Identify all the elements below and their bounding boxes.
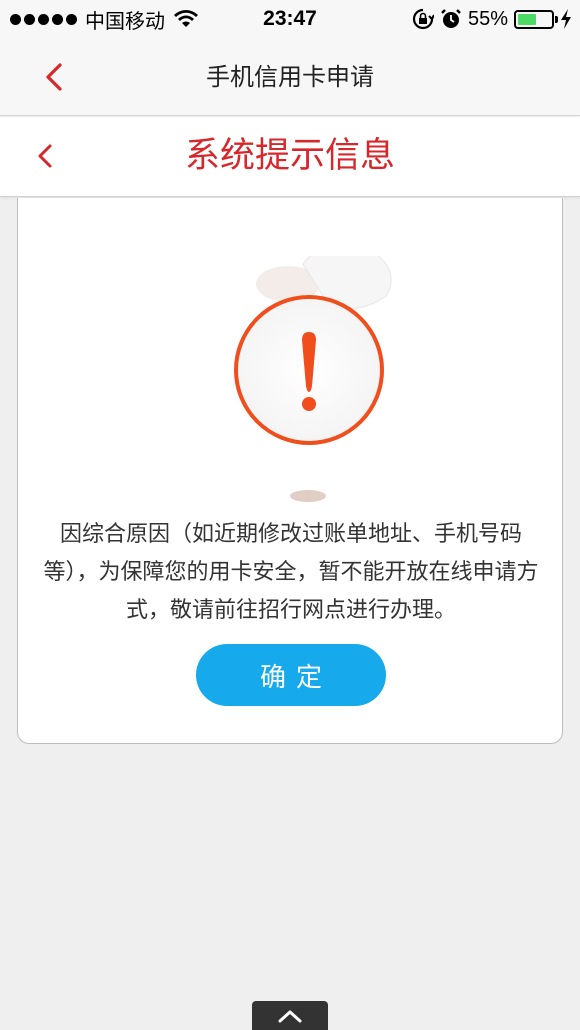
- status-bar-right: 55%: [412, 6, 572, 32]
- sub-header: 系统提示信息: [0, 117, 580, 197]
- battery-level-fill: [518, 13, 536, 25]
- alert-dialog-card: 因综合原因（如近期修改过账单地址、手机号码等），为保障您的用卡安全，暂不能开放在…: [17, 198, 563, 744]
- confirm-button[interactable]: 确定: [196, 644, 386, 706]
- nav-title: 手机信用卡申请: [206, 63, 374, 91]
- alarm-icon: [441, 9, 461, 28]
- alert-message: 因综合原因（如近期修改过账单地址、手机号码等），为保障您的用卡安全，暂不能开放在…: [43, 522, 539, 623]
- page-title: 系统提示信息: [184, 136, 395, 176]
- chevron-up-icon: [278, 1010, 302, 1022]
- battery-icon: [514, 9, 558, 29]
- status-bar: 中国移动 23:47 55%: [0, 0, 580, 38]
- charging-bolt-icon: [561, 9, 571, 29]
- rotation-lock-icon: [412, 8, 434, 30]
- scroll-to-top-button[interactable]: [252, 1001, 328, 1030]
- battery-percent: 55%: [467, 7, 508, 30]
- nav-bar: 手机信用卡申请: [0, 38, 580, 116]
- exclamation-circle-icon: [234, 256, 392, 502]
